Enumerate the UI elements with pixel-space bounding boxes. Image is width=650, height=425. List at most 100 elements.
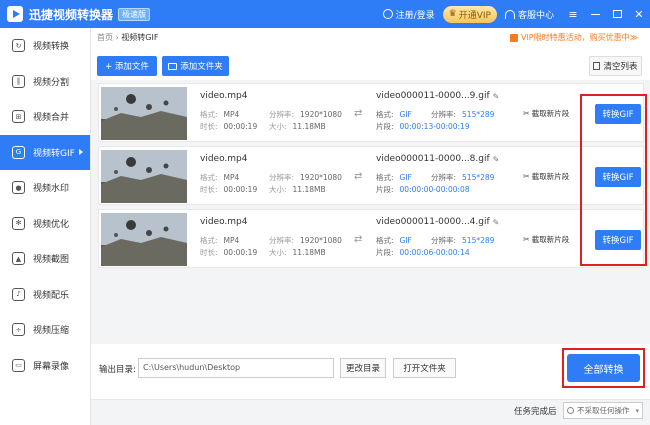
sidebar-item-screenshot[interactable]: ▲ 视频截图: [0, 241, 90, 277]
add-file-button[interactable]: + 添加文件: [97, 56, 157, 76]
promo-link[interactable]: VIP限时特惠活动，购买优惠中≫: [509, 32, 638, 43]
output-file-name: video000011-0000...9.gif ✎: [376, 91, 499, 101]
convert-arrow-icon: ⇄: [354, 108, 363, 119]
resolution-label: 分辨率:: [269, 110, 295, 119]
folder-icon: [168, 62, 178, 70]
after-task-value: 不采取任何操作: [577, 406, 630, 415]
title-bar: 迅捷视频转换器 极速版 注册/登录 ♛ 开通VIP 客服中心 ≡ ✕: [0, 0, 650, 28]
output-name-text: video000011-0000...8.gif: [376, 154, 490, 164]
output-resolution: 分辨率: 515*289: [431, 109, 494, 120]
crown-icon: ♛: [448, 9, 457, 19]
headset-icon: [504, 9, 515, 19]
cut-clip-button[interactable]: ✂ 截取新片段: [523, 234, 569, 245]
maximize-icon: [612, 10, 622, 18]
breadcrumb-current: 视频转GIF: [121, 33, 159, 42]
menu-button[interactable]: ≡: [562, 0, 584, 28]
scissor-icon: ✂: [523, 109, 530, 118]
clear-list-button[interactable]: 清空列表: [589, 56, 642, 76]
size-value: 11.18MB: [292, 122, 326, 131]
out-format-label: 格式:: [376, 110, 394, 119]
cut-clip-button[interactable]: ✂ 截取新片段: [523, 108, 569, 119]
source-format: 格式: MP4: [200, 172, 239, 183]
video-thumbnail[interactable]: [101, 213, 187, 266]
source-resolution: 分辨率: 1920*1080: [269, 109, 342, 120]
sidebar-item-optimize[interactable]: ✻ 视频优化: [0, 206, 90, 242]
clip-label: 片段:: [376, 122, 394, 131]
output-clip: 片段: 00:00:00-00:00:08: [376, 184, 470, 195]
convert-arrow-icon: ⇄: [354, 171, 363, 182]
sidebar: ↻ 视频转换 ‖ 视频分割 ⊞ 视频合并 G 视频转GIF ● 视频水印 ✻ 视…: [0, 28, 91, 425]
add-folder-button[interactable]: 添加文件夹: [162, 56, 229, 76]
highlight-box: [562, 348, 645, 388]
sidebar-item-video-merge[interactable]: ⊞ 视频合并: [0, 99, 90, 135]
clip-value: 00:00:06-00:00:14: [399, 248, 470, 257]
sidebar-item-video-split[interactable]: ‖ 视频分割: [0, 64, 90, 100]
breadcrumb-home[interactable]: 首页: [97, 33, 113, 42]
source-duration: 时长: 00:00:19: [200, 184, 257, 195]
edit-icon[interactable]: ✎: [493, 155, 500, 164]
login-link[interactable]: 注册/登录: [382, 8, 435, 21]
video-thumbnail[interactable]: [101, 87, 187, 140]
size-label: 大小:: [269, 248, 287, 257]
clip-label: 片段:: [376, 185, 394, 194]
service-center-link[interactable]: 客服中心: [504, 8, 554, 21]
output-format: 格式: GIF: [376, 172, 412, 183]
sidebar-item-video-to-gif[interactable]: G 视频转GIF: [0, 134, 90, 170]
clip-label: 片段:: [376, 248, 394, 257]
file-name: video.mp4: [200, 154, 248, 164]
source-size: 大小: 11.18MB: [269, 121, 326, 132]
out-res-label: 分辨率:: [431, 236, 457, 245]
clear-list-label: 清空列表: [603, 62, 638, 72]
out-res-value: 515*289: [462, 236, 495, 245]
edit-icon[interactable]: ✎: [493, 218, 500, 227]
convert-arrow-icon: ⇄: [354, 234, 363, 245]
minimize-icon: [590, 13, 600, 15]
maximize-button[interactable]: [606, 0, 628, 28]
change-dir-button[interactable]: 更改目录: [340, 358, 386, 378]
out-format-value: GIF: [399, 110, 412, 119]
sidebar-item-label: 视频分割: [33, 77, 70, 88]
cut-clip-label: 截取新片段: [531, 172, 570, 181]
sidebar-item-video-convert[interactable]: ↻ 视频转换: [0, 28, 90, 64]
app-logo-icon: [7, 6, 23, 22]
resolution-label: 分辨率:: [269, 236, 295, 245]
balloon-landscape-image: [101, 87, 187, 140]
file-name: video.mp4: [200, 91, 248, 101]
minimize-button[interactable]: [584, 0, 606, 28]
output-name-text: video000011-0000...9.gif: [376, 91, 490, 101]
format-value: MP4: [223, 110, 240, 119]
menu-icon: ≡: [568, 7, 578, 21]
sidebar-item-label: 视频优化: [33, 219, 70, 230]
sidebar-item-screen-record[interactable]: ▭ 屏幕录像: [0, 348, 90, 384]
close-button[interactable]: ✕: [628, 0, 650, 28]
vip-button[interactable]: ♛ 开通VIP: [442, 5, 497, 23]
optimize-icon: ✻: [12, 216, 25, 230]
output-format: 格式: GIF: [376, 109, 412, 120]
login-label: 注册/登录: [395, 10, 435, 21]
edit-icon[interactable]: ✎: [493, 92, 500, 101]
output-file-name: video000011-0000...8.gif ✎: [376, 154, 499, 164]
edition-badge: 极速版: [118, 7, 151, 21]
vip-label: 开通VIP: [458, 10, 491, 21]
out-res-value: 515*289: [462, 110, 495, 119]
out-format-label: 格式:: [376, 173, 394, 182]
output-dir-field[interactable]: C:\Users\hudun\Desktop: [138, 358, 334, 378]
balloon-landscape-image: [101, 213, 187, 266]
cut-clip-button[interactable]: ✂ 截取新片段: [523, 171, 569, 182]
video-thumbnail[interactable]: [101, 150, 187, 203]
trash-icon: [593, 62, 601, 70]
sidebar-item-compress[interactable]: ÷ 视频压缩: [0, 312, 90, 348]
sidebar-item-music[interactable]: ♪ 视频配乐: [0, 277, 90, 313]
duration-value: 00:00:19: [223, 185, 258, 194]
sidebar-item-label: 视频水印: [33, 184, 70, 195]
out-format-value: GIF: [399, 173, 412, 182]
add-folder-label: 添加文件夹: [180, 62, 223, 72]
source-format: 格式: MP4: [200, 235, 239, 246]
open-folder-button[interactable]: 打开文件夹: [393, 358, 456, 378]
duration-value: 00:00:19: [223, 248, 258, 257]
sidebar-item-label: 屏幕录像: [33, 361, 70, 372]
sidebar-item-label: 视频压缩: [33, 326, 70, 337]
music-icon: ♪: [12, 287, 25, 301]
after-task-select[interactable]: 不采取任何操作 ▾: [563, 402, 643, 419]
sidebar-item-watermark[interactable]: ● 视频水印: [0, 170, 90, 206]
